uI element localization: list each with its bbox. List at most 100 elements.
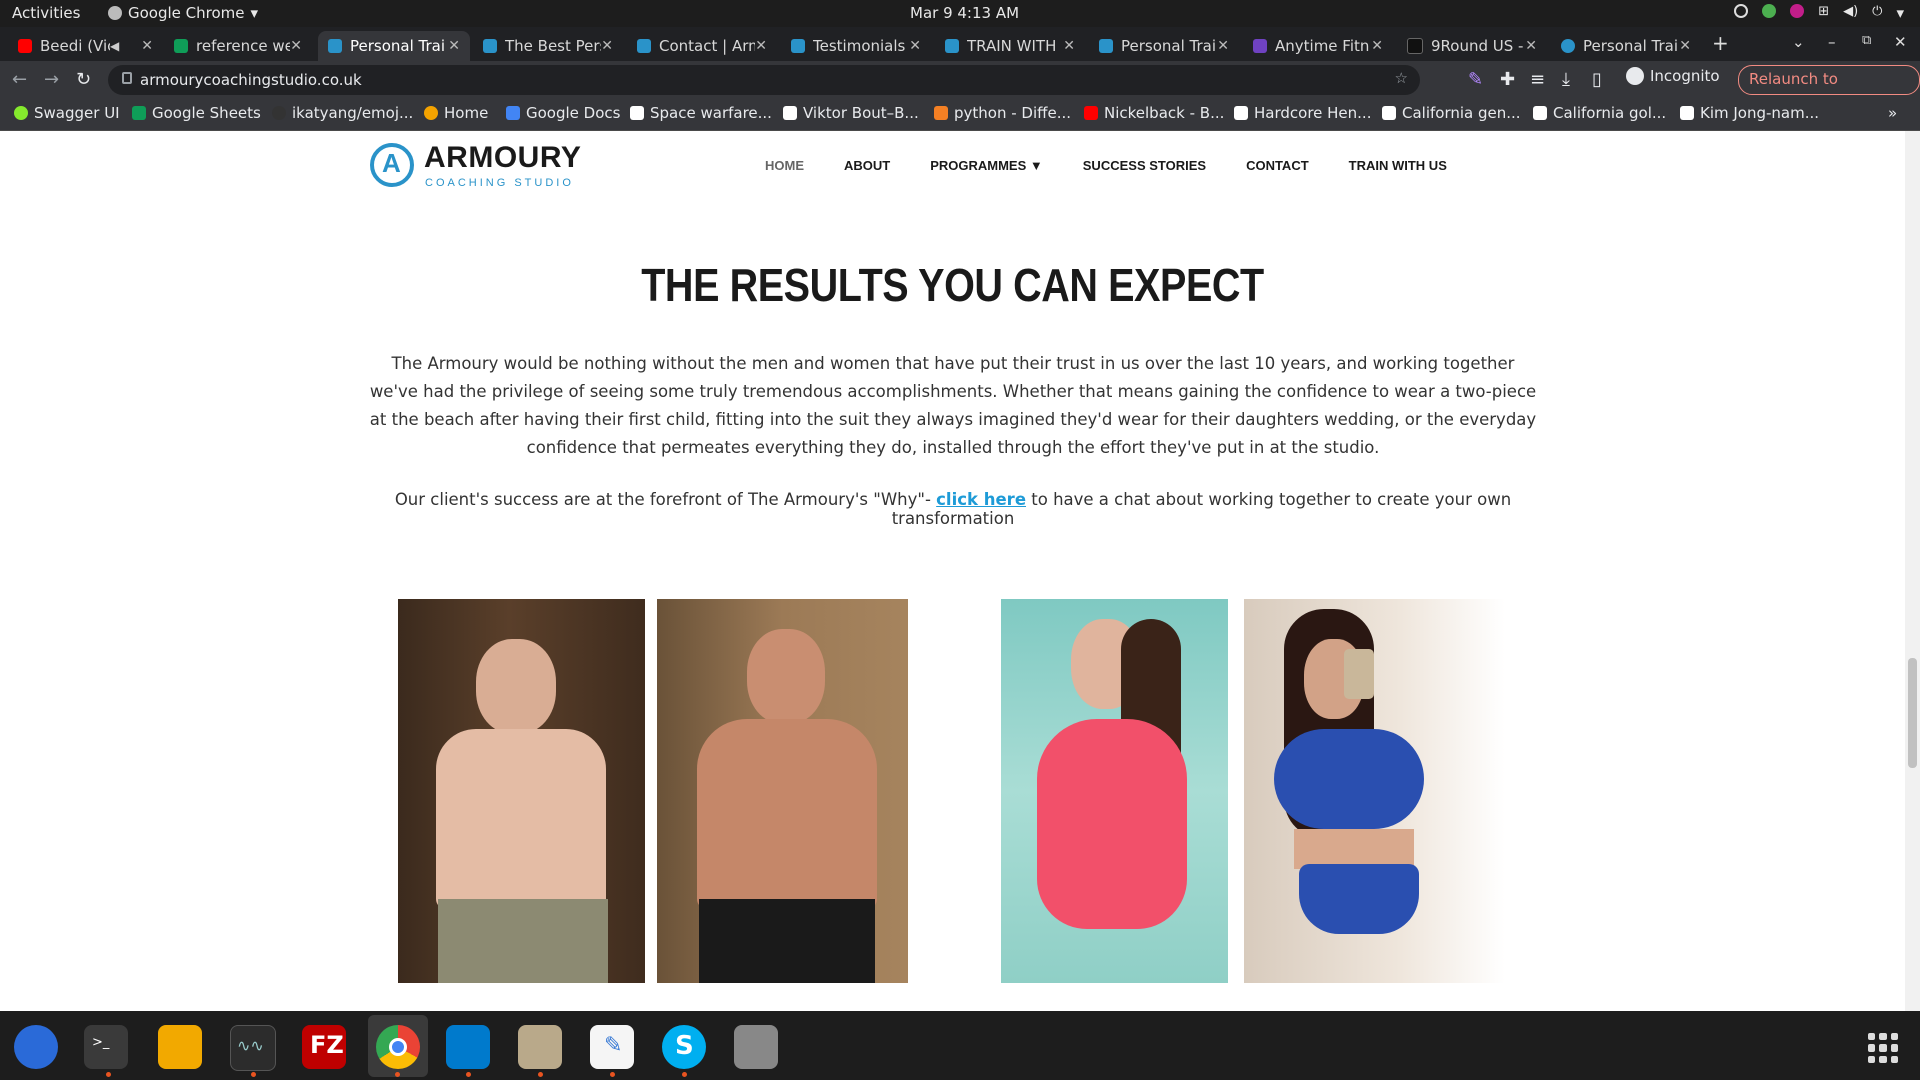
tab[interactable]: Contact | Arm ✕ xyxy=(627,31,777,61)
close-icon[interactable]: ✕ xyxy=(755,38,767,54)
bookmarks-overflow-icon[interactable]: » xyxy=(1888,104,1897,122)
new-tab-icon[interactable]: + xyxy=(1712,31,1729,55)
tab-strip: Beedi (Vic ◀ ✕ reference we ✕ Personal Trai… xyxy=(0,27,1920,61)
close-icon[interactable]: ✕ xyxy=(1063,38,1075,54)
running-indicator xyxy=(106,1072,111,1077)
forward-icon[interactable]: → xyxy=(44,69,59,90)
close-icon[interactable]: ✕ xyxy=(1525,38,1537,54)
tab-search-icon[interactable]: ⌄ xyxy=(1792,33,1805,51)
calculator-icon[interactable] xyxy=(158,1025,202,1069)
nav-contact[interactable]: CONTACT xyxy=(1246,158,1309,173)
bookmark-item[interactable]: Google Sheets xyxy=(132,104,261,122)
close-icon[interactable]: ✕ xyxy=(290,38,302,54)
bookmark-item[interactable]: ikatyang/emoj... xyxy=(272,104,413,122)
chrome-icon xyxy=(108,6,122,20)
nav-home[interactable]: HOME xyxy=(765,158,804,173)
tab[interactable]: Personal Trai ✕ xyxy=(1089,31,1239,61)
window-close-icon[interactable]: ✕ xyxy=(1894,33,1907,51)
side-panel-icon[interactable]: ▯ xyxy=(1592,69,1602,90)
bookmark-item[interactable]: California gol... xyxy=(1533,104,1666,122)
app-name: Google Chrome xyxy=(128,4,245,22)
close-icon[interactable]: ✕ xyxy=(448,38,460,54)
tab[interactable]: 9Round US - S✕ xyxy=(1397,31,1547,61)
clock[interactable]: Mar 9 4:13 AM xyxy=(910,4,1019,22)
intro-paragraph: The Armoury would be nothing without the… xyxy=(369,353,1537,457)
logo-subtitle: COACHING STUDIO xyxy=(425,177,574,189)
incognito-indicator[interactable]: Incognito xyxy=(1626,67,1720,85)
tab[interactable]: Personal Trai ✕ xyxy=(1551,31,1701,61)
tab[interactable]: Beedi (Vic ◀ ✕ xyxy=(8,31,163,61)
bookmark-item[interactable]: California gen... xyxy=(1382,104,1521,122)
restore-icon[interactable]: ⧉ xyxy=(1862,33,1871,48)
reading-list-icon[interactable]: ≡ xyxy=(1530,69,1545,90)
back-icon[interactable]: ← xyxy=(12,69,27,90)
github-icon xyxy=(272,106,286,120)
bookmark-item[interactable]: Space warfare... xyxy=(630,104,772,122)
text-editor-icon[interactable]: ✎ xyxy=(590,1025,634,1069)
close-icon[interactable]: ✕ xyxy=(601,38,613,54)
app-menu[interactable]: Google Chrome ▾ xyxy=(108,4,258,22)
running-indicator xyxy=(251,1072,256,1077)
shield-check-icon xyxy=(1762,4,1777,18)
page-scrollbar[interactable] xyxy=(1905,131,1920,1011)
close-icon[interactable]: ✕ xyxy=(1679,38,1691,54)
sheets-icon xyxy=(132,106,146,120)
address-bar[interactable]: armourycoachingstudio.co.uk ☆ xyxy=(108,65,1420,95)
thunderbird-icon[interactable] xyxy=(14,1025,58,1069)
site-icon xyxy=(1099,39,1113,53)
nav-about[interactable]: ABOUT xyxy=(844,158,890,173)
no-sign-icon xyxy=(1734,4,1749,18)
after-photo-woman xyxy=(1244,599,1505,983)
close-icon[interactable]: ✕ xyxy=(141,38,153,54)
wikipedia-icon xyxy=(1533,106,1547,120)
tab[interactable]: reference we ✕ xyxy=(164,31,312,61)
tab-active[interactable]: Personal Trai ✕ xyxy=(318,31,470,61)
pen-extension-icon[interactable]: ✎ xyxy=(1468,69,1483,90)
nav-success-stories[interactable]: SUCCESS STORIES xyxy=(1083,158,1206,173)
nav-programmes[interactable]: PROGRAMMES ▼ xyxy=(930,158,1043,173)
dock: >_ ∿∿ FZ ✎ S xyxy=(0,1011,1920,1080)
bookmark-item[interactable]: Viktor Bout–B... xyxy=(783,104,919,122)
running-indicator xyxy=(538,1072,543,1077)
color-app-icon xyxy=(1790,4,1805,18)
close-icon[interactable]: ✕ xyxy=(1371,38,1383,54)
system-tray[interactable]: ⊞ ◀) ⏻ ▾ xyxy=(1734,4,1904,22)
tab[interactable]: TRAIN WITH ✕ xyxy=(935,31,1085,61)
click-here-link[interactable]: click here xyxy=(936,490,1026,509)
close-icon[interactable]: ✕ xyxy=(909,38,921,54)
scrollbar-thumb[interactable] xyxy=(1908,658,1917,768)
files-icon[interactable] xyxy=(518,1025,562,1069)
activities-button[interactable]: Activities xyxy=(12,4,80,22)
tab[interactable]: Anytime Fitn ✕ xyxy=(1243,31,1393,61)
filezilla-icon[interactable]: FZ xyxy=(302,1025,346,1069)
running-indicator xyxy=(682,1072,687,1077)
chrome-icon[interactable] xyxy=(376,1025,420,1069)
bookmark-item[interactable]: Home xyxy=(424,104,488,122)
system-monitor-icon[interactable]: ∿∿ xyxy=(230,1025,276,1071)
relaunch-button[interactable]: Relaunch to update⋮ xyxy=(1738,65,1920,115)
tab[interactable]: The Best Pers ✕ xyxy=(473,31,623,61)
system-top-bar: Activities Google Chrome ▾ Mar 9 4:13 AM… xyxy=(0,0,1920,27)
bookmark-item[interactable]: Google Docs xyxy=(506,104,620,122)
bookmark-item[interactable]: Swagger UI xyxy=(14,104,120,122)
bookmark-star-icon[interactable]: ☆ xyxy=(1395,69,1408,87)
bookmark-item[interactable]: Hardcore Hen... xyxy=(1234,104,1371,122)
bookmark-item[interactable]: Nickelback - B... xyxy=(1084,104,1224,122)
bookmark-item[interactable]: python - Diffe... xyxy=(934,104,1071,122)
vscode-icon[interactable] xyxy=(446,1025,490,1069)
show-apps-icon[interactable] xyxy=(1868,1033,1898,1063)
close-icon[interactable]: ✕ xyxy=(1217,38,1229,54)
cta-paragraph: Our client's success are at the forefron… xyxy=(394,489,1512,528)
tab[interactable]: Testimonials ✕ xyxy=(781,31,931,61)
chevron-down-icon: ▾ xyxy=(1896,4,1904,22)
reload-icon[interactable]: ↻ xyxy=(76,69,91,90)
nav-train-with-us[interactable]: TRAIN WITH US xyxy=(1349,158,1447,173)
skype-icon[interactable]: S xyxy=(662,1025,706,1069)
terminal-icon[interactable]: >_ xyxy=(84,1025,128,1069)
extensions-icon[interactable]: ✚ xyxy=(1500,69,1515,90)
bookmark-item[interactable]: Kim Jong-nam... xyxy=(1680,104,1819,122)
disks-icon[interactable] xyxy=(734,1025,778,1069)
download-icon[interactable]: ⤓ xyxy=(1562,69,1570,90)
section-heading: THE RESULTS YOU CAN EXPECT xyxy=(641,259,1264,311)
minimize-icon[interactable]: – xyxy=(1828,33,1836,51)
